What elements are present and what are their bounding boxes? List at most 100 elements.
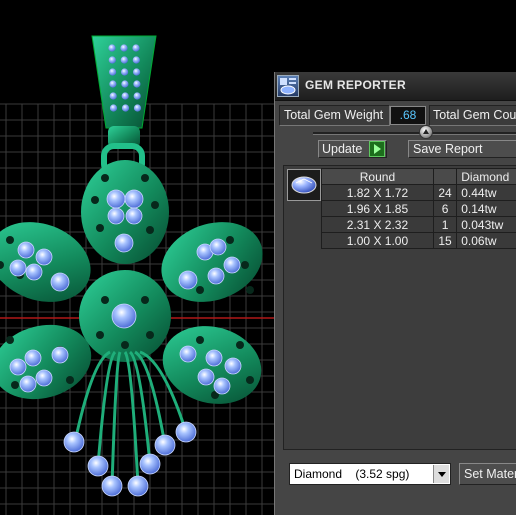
gem-stone[interactable]	[197, 368, 215, 386]
gem-stone[interactable]	[114, 233, 134, 253]
gem-reporter-panel: GEM REPORTER Total Gem Weight .68 Total …	[274, 72, 516, 515]
table-row[interactable]: 1.00 X 1.00 15 0.06tw	[321, 232, 516, 249]
gem-stone[interactable]	[154, 434, 176, 456]
gem-stone[interactable]	[124, 189, 144, 209]
gem-stone[interactable]	[224, 357, 242, 375]
gem-stone[interactable]	[109, 68, 117, 76]
gem-size: 2.31 X 2.32	[321, 216, 434, 233]
panel-title: GEM REPORTER	[305, 78, 406, 92]
gem-count: 24	[432, 184, 458, 201]
gem-stone[interactable]	[207, 267, 225, 285]
gem-stone[interactable]	[24, 349, 42, 367]
filigree-hole	[151, 201, 159, 209]
gem-stone[interactable]	[213, 377, 231, 395]
filigree-hole	[6, 336, 14, 344]
gem-stone[interactable]	[121, 104, 130, 112]
gem-stone[interactable]	[106, 189, 126, 209]
play-icon[interactable]	[369, 141, 385, 157]
gem-weight: 0.14tw	[456, 200, 516, 217]
filigree-hole	[246, 376, 254, 384]
gem-stone[interactable]	[209, 238, 227, 256]
set-material-button[interactable]: Set Mater	[459, 463, 516, 485]
gem-table-header: Round Diamond	[321, 168, 516, 185]
filigree-hole	[101, 174, 109, 182]
gem-stone[interactable]	[109, 92, 117, 100]
col-material: Diamond	[456, 168, 516, 185]
gem-stone[interactable]	[35, 248, 53, 266]
gem-stone[interactable]	[121, 80, 129, 88]
gem-size: 1.82 X 1.72	[321, 184, 434, 201]
gem-stone[interactable]	[107, 207, 125, 225]
gem-stone[interactable]	[109, 104, 118, 112]
gem-stone[interactable]	[223, 256, 241, 274]
table-row[interactable]: 2.31 X 2.32 1 0.043tw	[321, 216, 516, 233]
slider-track[interactable]	[313, 132, 516, 135]
table-row[interactable]: 1.82 X 1.72 24 0.44tw	[321, 184, 516, 201]
gem-stone[interactable]	[205, 349, 223, 367]
gem-weight: 0.043tw	[456, 216, 516, 233]
gem-stone[interactable]	[133, 80, 141, 88]
total-weight-label: Total Gem Weight	[284, 108, 384, 122]
gem-stone[interactable]	[109, 80, 117, 88]
gem-stone[interactable]	[108, 44, 116, 52]
filigree-hole	[96, 331, 104, 339]
gem-reporter-app-icon	[277, 75, 299, 97]
gem-stone[interactable]	[19, 375, 37, 393]
col-shape: Round	[321, 168, 434, 185]
gem-stone[interactable]	[179, 345, 197, 363]
filigree-hole	[226, 236, 234, 244]
panel-titlebar[interactable]: GEM REPORTER	[275, 72, 516, 101]
gem-stone[interactable]	[87, 455, 109, 477]
gem-stone[interactable]	[9, 259, 27, 277]
gem-count: 15	[432, 232, 458, 249]
gem-stone[interactable]	[139, 453, 161, 475]
gem-weight: 0.06tw	[456, 232, 516, 249]
filigree-hole	[241, 261, 249, 269]
filigree-hole	[11, 381, 19, 389]
gem-stone[interactable]	[51, 346, 69, 364]
gem-stone[interactable]	[101, 475, 123, 497]
gem-size: 1.00 X 1.00	[321, 232, 434, 249]
filigree-hole	[196, 336, 204, 344]
gem-stone[interactable]	[111, 303, 137, 329]
round-gem-icon[interactable]	[287, 169, 321, 201]
gem-stone[interactable]	[127, 475, 149, 497]
gem-stone[interactable]	[132, 44, 140, 52]
filigree-hole	[146, 331, 154, 339]
gem-stone[interactable]	[133, 68, 141, 76]
gem-stone[interactable]	[25, 263, 43, 281]
material-select[interactable]: Diamond (3.52 spg)	[289, 463, 451, 485]
table-row[interactable]: 1.96 X 1.85 6 0.14tw	[321, 200, 516, 217]
filigree-hole	[96, 224, 104, 232]
gem-stone[interactable]	[17, 241, 35, 259]
filigree-hole	[236, 341, 244, 349]
chevron-down-icon[interactable]	[433, 465, 449, 483]
filigree-hole	[146, 226, 154, 234]
slider-thumb[interactable]	[419, 125, 433, 139]
filigree-hole	[66, 376, 74, 384]
gem-stone[interactable]	[50, 272, 70, 292]
save-report-label: Save Report	[413, 142, 483, 156]
gem-stone[interactable]	[9, 358, 27, 376]
gem-stone[interactable]	[120, 56, 128, 64]
gem-stone[interactable]	[63, 431, 85, 453]
gem-stone[interactable]	[108, 56, 116, 64]
total-count-label: Total Gem Cou	[433, 108, 516, 122]
gem-stone[interactable]	[35, 369, 53, 387]
gem-stone[interactable]	[120, 44, 128, 52]
gem-stone[interactable]	[133, 104, 142, 112]
gem-stone[interactable]	[178, 270, 198, 290]
col-count	[432, 168, 458, 185]
gem-stone[interactable]	[125, 207, 143, 225]
filigree-hole	[141, 296, 149, 304]
total-weight-value[interactable]: .68	[390, 106, 426, 125]
gem-stone[interactable]	[175, 421, 197, 443]
gem-count: 6	[432, 200, 458, 217]
gem-stone[interactable]	[121, 68, 129, 76]
gem-weight: 0.44tw	[456, 184, 516, 201]
gem-stone[interactable]	[121, 92, 129, 100]
save-report-button[interactable]: Save Report	[408, 140, 516, 158]
gem-stone[interactable]	[133, 92, 141, 100]
gem-stone[interactable]	[132, 56, 140, 64]
gem-table: Round Diamond 1.82 X 1.72 24 0.44tw 1.96…	[321, 168, 516, 249]
